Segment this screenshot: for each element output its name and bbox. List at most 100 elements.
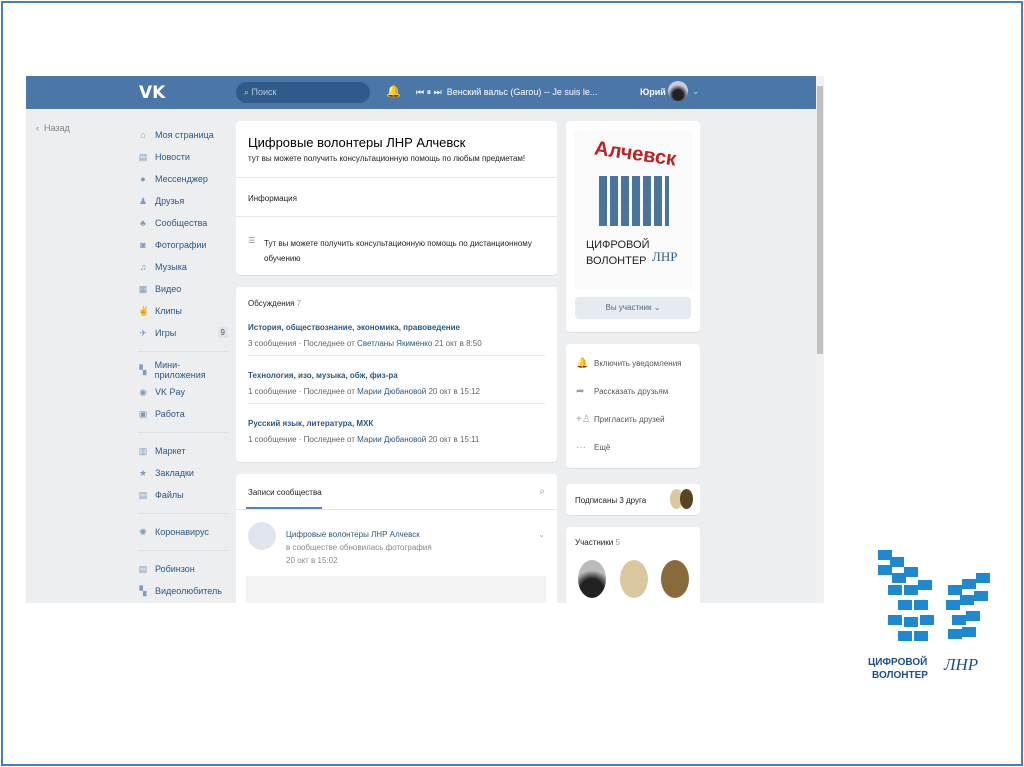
sidebar-item-label: Работа xyxy=(155,409,185,419)
logo-square xyxy=(890,557,904,567)
last-date[interactable]: 20 окт в 15:11 xyxy=(428,435,479,444)
sidebar-item-label: Файлы xyxy=(155,490,184,500)
sidebar-icon: ♟ xyxy=(138,196,148,206)
search-input[interactable]: ⌕ Поиск xyxy=(236,82,370,103)
discussion-title[interactable]: История, обществознание, экономика, прав… xyxy=(248,323,460,332)
last-author[interactable]: Марии Дюбановой xyxy=(357,387,426,396)
message-count: 1 сообщение xyxy=(248,435,297,444)
cover-city: Алчевск xyxy=(592,137,678,171)
action-item[interactable]: ➦ Рассказать друзьям xyxy=(576,386,668,397)
member-avatar[interactable] xyxy=(620,560,648,598)
last-date[interactable]: 21 окт в 8:50 xyxy=(435,339,482,348)
last-author[interactable]: Марии Дюбановой xyxy=(357,435,426,444)
member-button[interactable]: Вы участник ⌄ xyxy=(575,297,691,319)
discussion-title[interactable]: Технология, изо, музыка, обж, физ-ра xyxy=(248,371,398,380)
logo-square xyxy=(904,585,918,595)
sidebar-item[interactable]: ● Мессенджер xyxy=(138,168,228,190)
sidebar-icon: ▣ xyxy=(138,409,148,419)
sidebar-item[interactable]: ★ Закладки xyxy=(138,462,228,484)
last-author[interactable]: Светланы Якименко xyxy=(357,339,432,348)
logo-square xyxy=(946,600,960,610)
logo-square xyxy=(948,585,962,595)
post-author-avatar[interactable] xyxy=(248,522,276,550)
search-icon[interactable]: ⌕ xyxy=(539,486,545,497)
friends-subscribed[interactable]: Подписаны 3 друга xyxy=(575,496,646,505)
audio-player[interactable]: ⏮ ⏸ ⏭ Венский вальс (Garou) -- Je suis l… xyxy=(416,87,597,98)
scrollbar-thumb[interactable] xyxy=(817,86,823,354)
sidebar-item[interactable]: ▚ Мини-приложения xyxy=(138,359,228,381)
sidebar-item[interactable]: ✈ Игры 9 xyxy=(138,322,228,344)
sidebar-icon: ✌ xyxy=(138,306,150,316)
avatar[interactable] xyxy=(668,81,688,101)
back-link[interactable]: ‹ Назад xyxy=(36,123,70,133)
action-item[interactable]: 🔔 Включить уведомления xyxy=(576,358,682,369)
cover-lnr: ЛНР xyxy=(652,249,678,264)
message-count: 3 сообщения xyxy=(248,339,297,348)
sidebar-item[interactable]: ✌ Клипы xyxy=(138,300,228,322)
chevron-down-icon[interactable]: ⌄ xyxy=(692,86,700,97)
sidebar-item[interactable]: ♟ Друзья xyxy=(138,190,228,212)
discussion-title[interactable]: Русский язык, литература, МХК xyxy=(248,419,373,428)
sidebar-icon: ✺ xyxy=(139,527,147,537)
vk-logo[interactable]: VK xyxy=(139,83,165,103)
discussions-card: Обсуждения 7 История, обществознание, эк… xyxy=(236,287,557,462)
action-item[interactable]: +♙ Пригласить друзей xyxy=(576,414,665,425)
next-icon[interactable]: ⏭ xyxy=(434,87,442,97)
sidebar-item-label: Коронавирус xyxy=(155,527,209,537)
logo-square xyxy=(888,585,902,595)
sidebar-item[interactable]: ♫ Музыка xyxy=(138,256,228,278)
description-icon: ☰ xyxy=(248,236,256,245)
sidebar-item[interactable]: ▤ Новости xyxy=(138,146,228,168)
action-item[interactable]: ··· Ещё xyxy=(576,442,610,453)
sidebar-item-label: Друзья xyxy=(155,196,185,206)
tab-community-posts[interactable]: Записи сообщества xyxy=(248,488,322,497)
last-date[interactable]: 20 окт в 15:12 xyxy=(428,387,480,396)
logo-square xyxy=(914,600,928,610)
info-text: Тут вы можете получить консультационную … xyxy=(264,239,532,263)
sidebar-item[interactable]: ▤ Робинзон xyxy=(138,558,228,580)
sidebar-icon: ▦ xyxy=(138,284,148,294)
post-author[interactable]: Цифровые волонтеры ЛНР Алчевск xyxy=(286,530,420,539)
sidebar-item[interactable]: ✺ Коронавирус xyxy=(138,521,228,543)
sidebar-item-label: Маркет xyxy=(155,446,186,456)
user-name[interactable]: Юрий xyxy=(640,87,666,97)
discussions-heading[interactable]: Обсуждения 7 xyxy=(248,299,301,308)
friends-card[interactable]: Подписаны 3 друга xyxy=(566,484,700,515)
sidebar-item-label: VK Pay xyxy=(155,387,186,397)
prev-icon[interactable]: ⏮ xyxy=(416,87,424,97)
sidebar-item[interactable]: ▥ Маркет xyxy=(138,440,228,462)
sidebar-item[interactable]: ▦ Видео xyxy=(138,278,228,300)
sidebar-icon: ◉ xyxy=(139,387,147,397)
logo-square xyxy=(952,615,966,625)
sidebar-item[interactable]: ♣ Сообщества xyxy=(138,212,228,234)
sidebar-item[interactable]: ▚ Видеолюбитель xyxy=(138,580,228,602)
track-title[interactable]: Венский вальс (Garou) -- Je suis le... xyxy=(447,87,598,97)
sidebar-item[interactable]: ▣ Работа xyxy=(138,403,228,425)
sidebar-item-label: Клипы xyxy=(155,306,182,316)
member-avatar[interactable] xyxy=(578,560,606,598)
sidebar-item-label: Фотографии xyxy=(155,240,207,250)
wall-card: Записи сообщества ⌕ Цифровые волонтеры Л… xyxy=(236,474,557,603)
group-avatar[interactable]: Алчевск ЦИФРОВОЙ ВОЛОНТЕР ЛНР xyxy=(574,131,692,289)
friend-avatar[interactable] xyxy=(680,489,693,509)
pause-icon[interactable]: ⏸ xyxy=(427,87,432,97)
sidebar-item[interactable]: ◉ VK Pay xyxy=(138,381,228,403)
post-date[interactable]: 20 окт в 15:02 xyxy=(286,556,338,565)
sidebar-item[interactable]: ◙ Фотографии xyxy=(138,234,228,256)
member-avatar[interactable] xyxy=(661,560,689,598)
logo-line1: ЦИФРОВОЙ xyxy=(868,657,928,668)
chevron-down-icon[interactable]: ⌄ xyxy=(538,530,545,539)
action-label: Пригласить друзей xyxy=(594,415,665,424)
members-heading[interactable]: Участники 5 xyxy=(575,538,620,547)
sidebar-item[interactable]: ⌂ Моя страница xyxy=(138,124,228,146)
action-icon: +♙ xyxy=(576,414,591,425)
sidebar-menu: ⌂ Моя страница ▤ Новости ● Мессенджер ♟ Друзья ♣… xyxy=(138,124,228,602)
sidebar-icon: ● xyxy=(140,174,146,184)
badge: 9 xyxy=(217,327,228,338)
bell-icon[interactable]: 🔔 xyxy=(386,84,401,98)
top-bar: VK ⌕ Поиск 🔔 ⏮ ⏸ ⏭ Венский вальс (Garou)… xyxy=(26,76,816,109)
sidebar-item[interactable]: ▤ Файлы xyxy=(138,484,228,506)
logo-square xyxy=(962,579,976,589)
action-label: Включить уведомления xyxy=(594,359,682,368)
post-photo[interactable] xyxy=(246,576,546,603)
